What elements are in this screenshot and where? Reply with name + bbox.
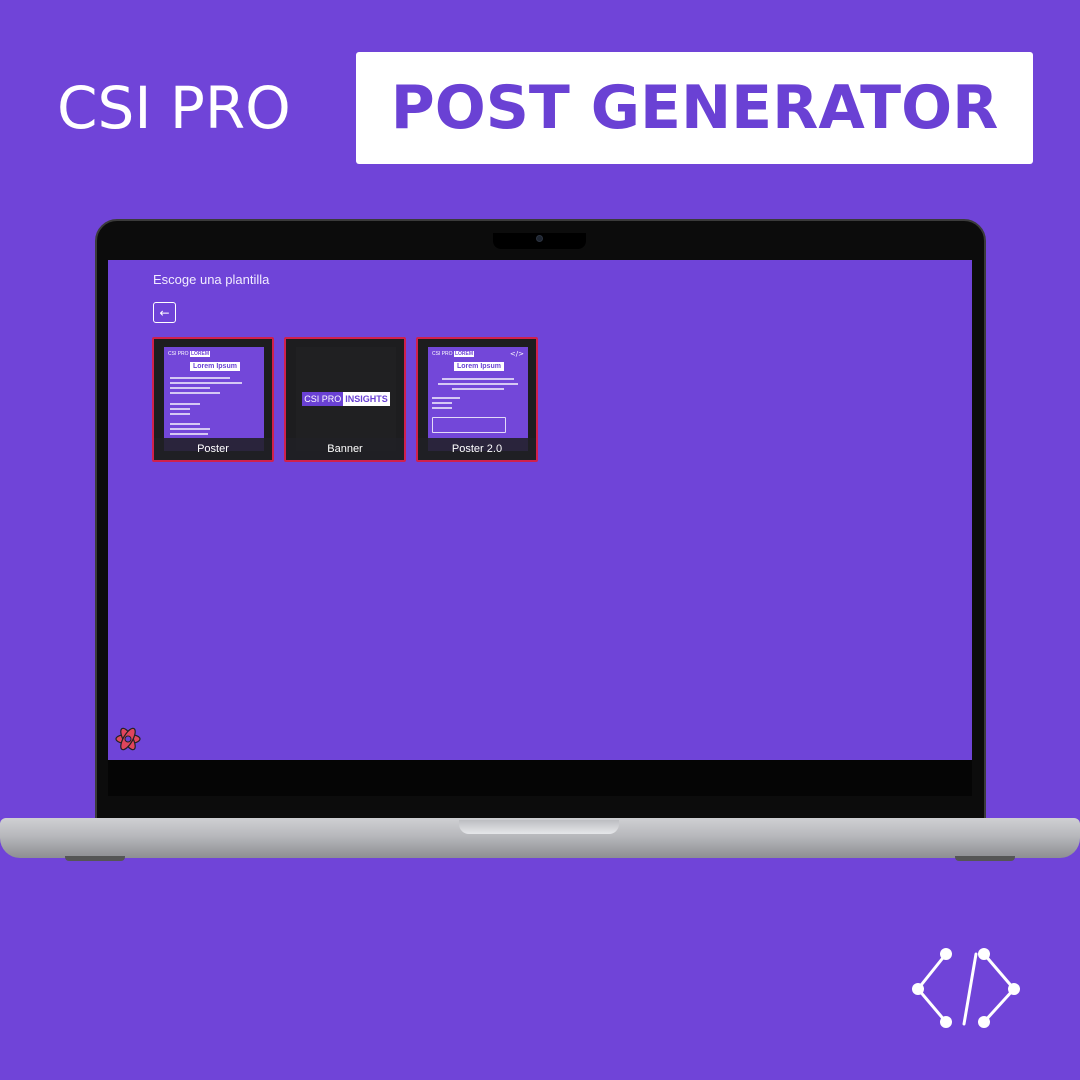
poster2-thumb-box: [432, 417, 506, 433]
poster2-thumb-line: [442, 378, 514, 380]
back-button[interactable]: ←: [153, 302, 176, 323]
brand-text: CSI PRO: [57, 74, 291, 142]
template-card-banner[interactable]: CSI PRO INSIGHTS Banner: [284, 337, 406, 462]
poster-thumb-line: [170, 423, 200, 425]
laptop-foot: [955, 856, 1015, 861]
poster2-thumb-title: Lorem Ipsum: [454, 362, 504, 371]
template-label-banner: Banner: [286, 438, 404, 460]
page-title: POST GENERATOR: [390, 73, 999, 143]
poster2-thumb-brand: CSI PRO LOREM: [432, 351, 475, 357]
poster-thumb-line: [170, 387, 210, 389]
laptop-base-groove: [459, 820, 619, 834]
poster-thumb-line: [170, 403, 200, 405]
camera-icon: [536, 235, 543, 242]
laptop-foot: [65, 856, 125, 861]
template-list: CSI PRO LOREM Lorem Ipsum Poster CSI PRO…: [152, 337, 538, 462]
template-card-poster[interactable]: CSI PRO LOREM Lorem Ipsum Poster: [152, 337, 274, 462]
title-box: POST GENERATOR: [356, 52, 1033, 164]
header: CSI PRO POST GENERATOR: [57, 52, 1033, 164]
poster-thumb-line: [170, 382, 242, 384]
poster2-thumb-line: [432, 407, 452, 409]
poster-thumb-brand: CSI PRO LOREM: [168, 351, 211, 357]
poster-thumb-line: [170, 392, 220, 394]
poster2-thumb-line: [452, 388, 504, 390]
template-card-poster-2[interactable]: CSI PRO LOREM </> Lorem Ipsum Poster 2.0: [416, 337, 538, 462]
banner-thumb-logo: CSI PRO INSIGHTS: [302, 392, 390, 406]
poster2-thumb-line: [438, 383, 518, 385]
banner-thumbnail: CSI PRO INSIGHTS: [296, 347, 396, 451]
poster2-thumbnail: CSI PRO LOREM </> Lorem Ipsum: [428, 347, 528, 451]
code-brackets-icon: [912, 948, 1020, 1028]
poster-thumb-line: [170, 428, 210, 430]
poster-thumb-line: [170, 408, 190, 410]
react-logo-icon: [115, 727, 141, 751]
poster-thumbnail: CSI PRO LOREM Lorem Ipsum: [164, 347, 264, 451]
code-brackets-icon: </>: [509, 350, 524, 358]
template-label-poster: Poster: [154, 438, 272, 460]
poster-thumb-title: Lorem Ipsum: [190, 362, 240, 371]
template-label-poster-2: Poster 2.0: [418, 438, 536, 460]
poster-thumb-line: [170, 377, 230, 379]
laptop-bezel-bottom: [108, 760, 972, 796]
poster2-thumb-line: [432, 402, 452, 404]
app-screen: Escoge una plantilla ← CSI PRO LOREM Lor…: [108, 260, 972, 760]
poster-thumb-line: [170, 413, 190, 415]
arrow-left-icon: ←: [159, 305, 170, 320]
screen-title: Escoge una plantilla: [153, 272, 270, 287]
poster-thumb-line: [170, 433, 208, 435]
poster2-thumb-line: [432, 397, 460, 399]
